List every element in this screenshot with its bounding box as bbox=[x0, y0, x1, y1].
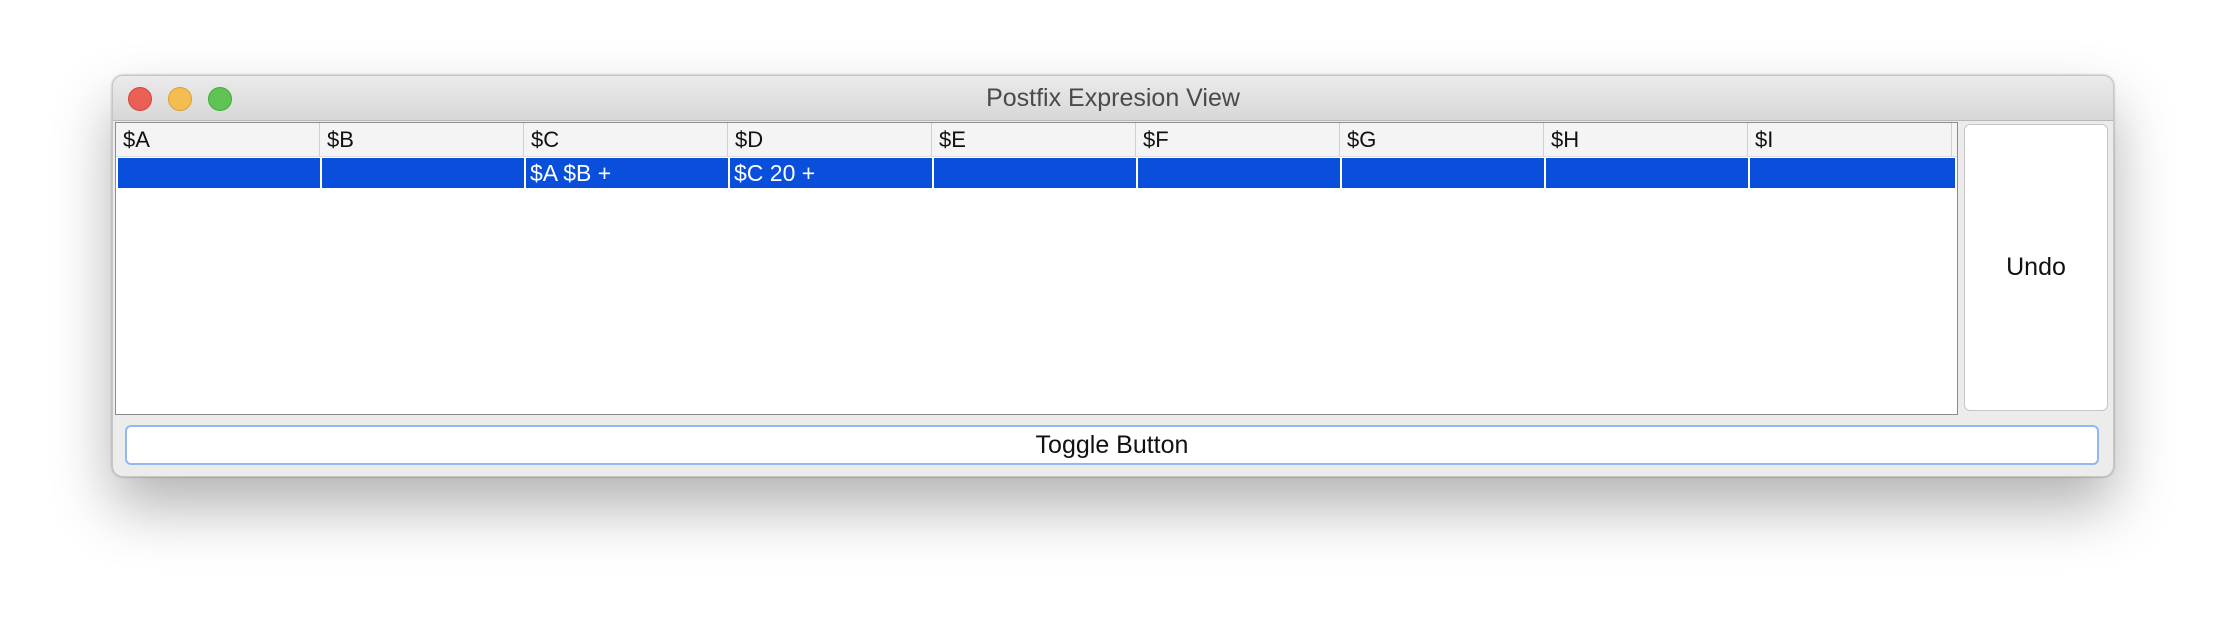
app-window: Postfix Expresion View $A $B $C $D $E $F… bbox=[112, 75, 2114, 477]
column-header-g[interactable]: $G bbox=[1340, 123, 1544, 156]
column-header-c[interactable]: $C bbox=[524, 123, 728, 156]
table-cell-d[interactable]: $C 20 + bbox=[730, 158, 934, 188]
window-title: Postfix Expresion View bbox=[986, 84, 1240, 112]
toggle-button[interactable]: Toggle Button bbox=[125, 425, 2099, 465]
title-bar[interactable]: Postfix Expresion View bbox=[113, 76, 2113, 121]
table-cell-f[interactable] bbox=[1138, 158, 1342, 188]
column-header-d[interactable]: $D bbox=[728, 123, 932, 156]
table-cell-i[interactable] bbox=[1750, 158, 1954, 188]
postfix-table[interactable]: $A $B $C $D $E $F $G $H $I $A $B + $C 20… bbox=[115, 122, 1958, 415]
column-header-f[interactable]: $F bbox=[1136, 123, 1340, 156]
undo-button[interactable]: Undo bbox=[1964, 124, 2108, 411]
table-header: $A $B $C $D $E $F $G $H $I bbox=[116, 123, 1957, 157]
table-cell-b[interactable] bbox=[322, 158, 526, 188]
column-header-h[interactable]: $H bbox=[1544, 123, 1748, 156]
table-row[interactable]: $A $B + $C 20 + bbox=[118, 158, 1955, 188]
table-cell-c[interactable]: $A $B + bbox=[526, 158, 730, 188]
column-header-a[interactable]: $A bbox=[116, 123, 320, 156]
column-header-i[interactable]: $I bbox=[1748, 123, 1952, 156]
table-cell-a[interactable] bbox=[118, 158, 322, 188]
column-header-e[interactable]: $E bbox=[932, 123, 1136, 156]
table-cell-e[interactable] bbox=[934, 158, 1138, 188]
table-cell-h[interactable] bbox=[1546, 158, 1750, 188]
column-header-b[interactable]: $B bbox=[320, 123, 524, 156]
table-cell-g[interactable] bbox=[1342, 158, 1546, 188]
